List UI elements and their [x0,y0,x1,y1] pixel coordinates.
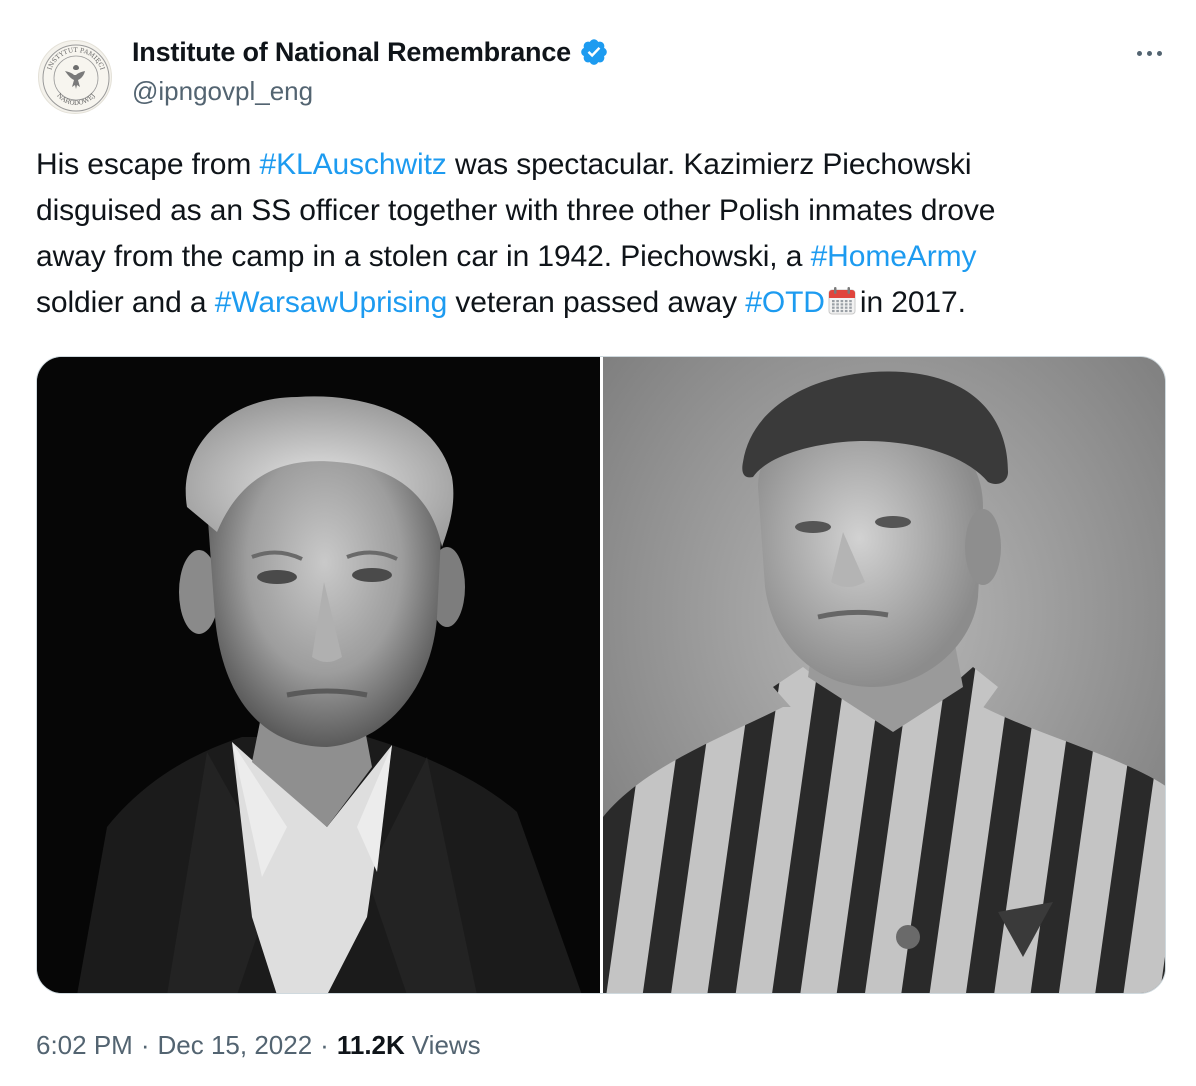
tweet-text-segment: away from the camp in a stolen car in 19… [36,240,811,273]
meta-separator: · [140,1030,150,1060]
tweet-meta: 6:02 PM · Dec 15, 2022 · 11.2K Views [36,1030,481,1061]
hashtag-link[interactable]: #WarsawUprising [215,286,448,319]
tweet-time[interactable]: 6:02 PM [36,1030,133,1061]
avatar[interactable]: INSTYTUT PAMIĘCI NARODOWEJ [38,40,112,114]
tweet-text-segment: disguised as an SS officer together with… [36,194,996,227]
tweet-text-segment: His escape from [36,148,260,181]
tweet-date[interactable]: Dec 15, 2022 [158,1030,313,1061]
ipn-seal-logo: INSTYTUT PAMIĘCI NARODOWEJ [42,44,110,112]
tweet-text-line: disguised as an SS officer together with… [36,188,1166,234]
tweet-text: His escape from #KLAuschwitz was spectac… [36,142,1166,326]
tweet-text-segment: veteran passed away [447,286,746,319]
meta-separator: · [320,1030,329,1060]
tweet-text-line: His escape from #KLAuschwitz was spectac… [36,142,1166,188]
prisoner-striped-uniform-photo[interactable] [603,357,1165,993]
tweet-text-line: soldier and a #WarsawUprising veteran pa… [36,280,1166,326]
more-button[interactable] [1127,38,1171,68]
views-count[interactable]: 11.2K [337,1030,405,1061]
tweet-media[interactable] [36,356,1166,994]
author-name-row: Institute of National Remembrance [132,32,609,72]
handle[interactable]: @ipngovpl_eng [132,76,313,107]
tweet: INSTYTUT PAMIĘCI NARODOWEJ Institute of … [0,0,1196,1086]
hashtag-link[interactable]: #HomeArmy [811,240,977,273]
tweet-text-segment: soldier and a [36,286,215,319]
display-name[interactable]: Institute of National Remembrance [132,37,571,68]
verified-badge-icon [581,39,607,65]
portrait-elderly-man-photo[interactable] [37,357,600,993]
tweet-text-segment: in 2017. [859,286,966,319]
tweet-text-segment: was spectacular. Kazimierz Piechowski [446,148,972,181]
tweet-text-line: away from the camp in a stolen car in 19… [36,234,1166,280]
calendar-icon [828,287,856,315]
hashtag-link[interactable]: #OTD [745,286,825,319]
views-label: Views [411,1030,481,1060]
hashtag-link[interactable]: #KLAuschwitz [259,148,446,181]
more-horizontal-icon [1136,50,1142,56]
